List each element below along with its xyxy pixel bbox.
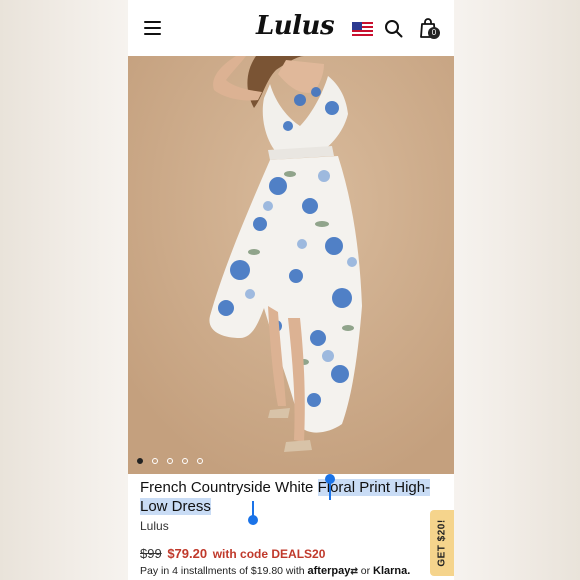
carousel-dot-3[interactable] xyxy=(167,458,173,464)
carousel-dot-2[interactable] xyxy=(152,458,158,464)
selection-start-handle[interactable] xyxy=(325,474,335,500)
search-icon[interactable] xyxy=(384,19,403,38)
lulus-logo[interactable]: Lulus xyxy=(256,9,335,43)
product-title-part-1: French Countryside White xyxy=(140,479,318,496)
cart-count-badge: 0 xyxy=(428,27,440,39)
phone-screen: Lulus 0 French Countryside White Floral … xyxy=(128,0,454,580)
get-20-promo-tab[interactable]: GET $20! xyxy=(430,510,454,576)
carousel-dot-1[interactable] xyxy=(137,458,143,464)
selection-end-handle[interactable] xyxy=(248,501,258,525)
or-text: or xyxy=(357,565,374,577)
afterpay-logo[interactable]: afterpay xyxy=(308,565,351,577)
carousel-dot-5[interactable] xyxy=(197,458,203,464)
original-price: $99 xyxy=(140,546,162,561)
afterpay-arrow-icon: ⇄ xyxy=(350,566,358,576)
brand-name[interactable]: Lulus xyxy=(140,519,169,533)
site-header: Lulus 0 xyxy=(128,0,454,57)
product-title: French Countryside White Floral Print Hi… xyxy=(140,478,440,516)
promo-code-text: with code DEALS20 xyxy=(212,547,326,561)
get-20-promo-label: GET $20! xyxy=(436,519,448,567)
product-photo-illustration xyxy=(128,56,454,474)
hamburger-menu-icon[interactable] xyxy=(144,21,161,35)
klarna-logo[interactable]: Klarna. xyxy=(373,565,410,577)
price-row: $99 $79.20 with code DEALS20 xyxy=(140,546,325,561)
product-photo[interactable] xyxy=(128,56,454,474)
sale-price: $79.20 xyxy=(167,546,208,561)
product-info: French Countryside White Floral Print Hi… xyxy=(128,474,454,580)
installments-text: Pay in 4 installments of $19.80 with aft… xyxy=(140,565,410,577)
carousel-dot-4[interactable] xyxy=(182,458,188,464)
installments-label: Pay in 4 installments of $19.80 with xyxy=(140,565,308,577)
us-flag-icon[interactable] xyxy=(352,22,373,37)
